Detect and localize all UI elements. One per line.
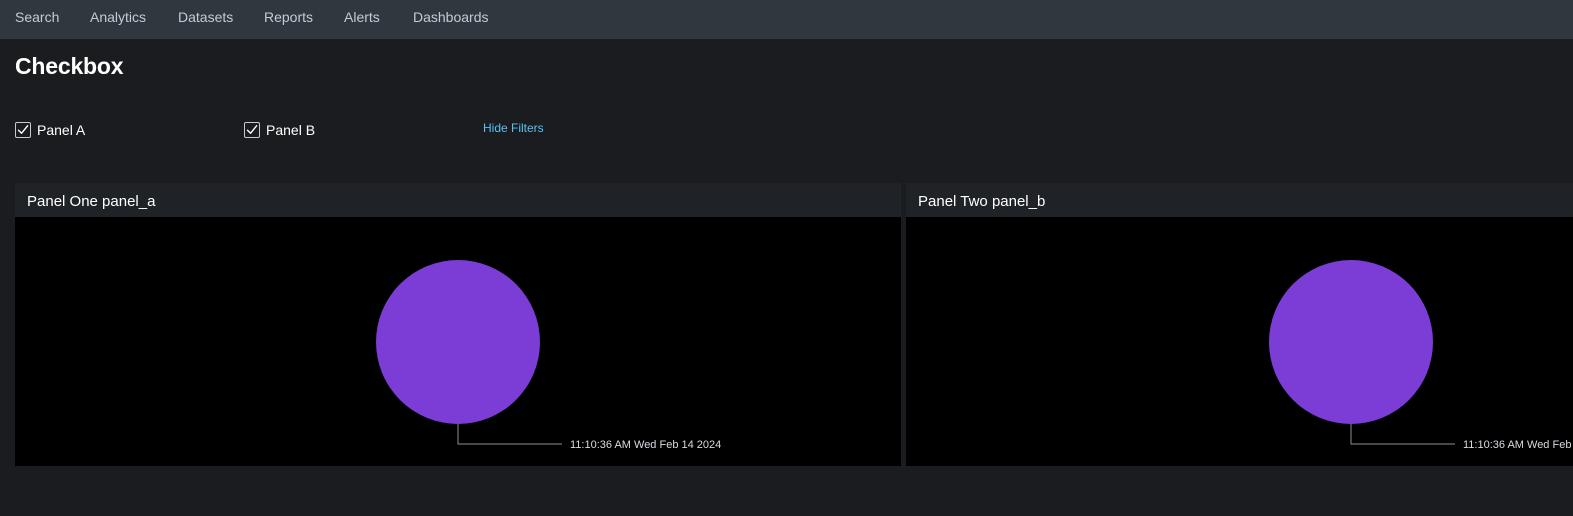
pie-chart: 11:10:36 AM Wed Feb 14 2024 xyxy=(376,260,721,451)
panel-title: Panel Two panel_b xyxy=(918,193,1046,210)
checkbox-box[interactable] xyxy=(244,122,260,138)
nav-item-alerts[interactable]: Alerts xyxy=(344,9,380,25)
panel-chart-area: 11:10:36 AM Wed Feb 14 2024 xyxy=(15,217,901,466)
pie-chart: 11:10:36 AM Wed Feb 14 2024 xyxy=(1269,260,1573,451)
pie-slice[interactable] xyxy=(376,260,540,424)
slice-label: 11:10:36 AM Wed Feb 14 2024 xyxy=(570,439,721,451)
nav-item-search[interactable]: Search xyxy=(15,9,59,25)
panel-chart-area: 11:10:36 AM Wed Feb 14 2024 xyxy=(906,217,1573,466)
check-icon xyxy=(246,125,258,134)
checkbox-box[interactable] xyxy=(15,122,31,138)
checkbox-label: Panel A xyxy=(37,122,86,138)
nav-item-datasets[interactable]: Datasets xyxy=(178,9,233,25)
slice-leader-line xyxy=(1350,424,1455,445)
hide-filters-link[interactable]: Hide Filters xyxy=(483,121,544,135)
slice-leader-line xyxy=(457,424,562,445)
checkbox-panel-b[interactable]: Panel B xyxy=(244,120,315,140)
nav-item-dashboards[interactable]: Dashboards xyxy=(413,9,489,25)
panel-one: Panel One panel_a 11:10:36 AM Wed Feb 14… xyxy=(15,183,901,466)
checkbox-panel-a[interactable]: Panel A xyxy=(15,120,85,140)
page-title: Checkbox xyxy=(15,53,124,79)
nav-item-reports[interactable]: Reports xyxy=(264,9,313,25)
slice-label: 11:10:36 AM Wed Feb 14 2024 xyxy=(1463,439,1573,451)
pie-slice[interactable] xyxy=(1269,260,1433,424)
checkbox-label: Panel B xyxy=(266,122,316,138)
check-icon xyxy=(17,125,29,134)
nav-item-analytics[interactable]: Analytics xyxy=(90,9,146,25)
top-nav: Search Analytics Datasets Reports Alerts… xyxy=(0,0,1573,39)
panel-two: Panel Two panel_b 11:10:36 AM Wed Feb 14… xyxy=(906,183,1573,466)
panel-title: Panel One panel_a xyxy=(27,193,156,210)
